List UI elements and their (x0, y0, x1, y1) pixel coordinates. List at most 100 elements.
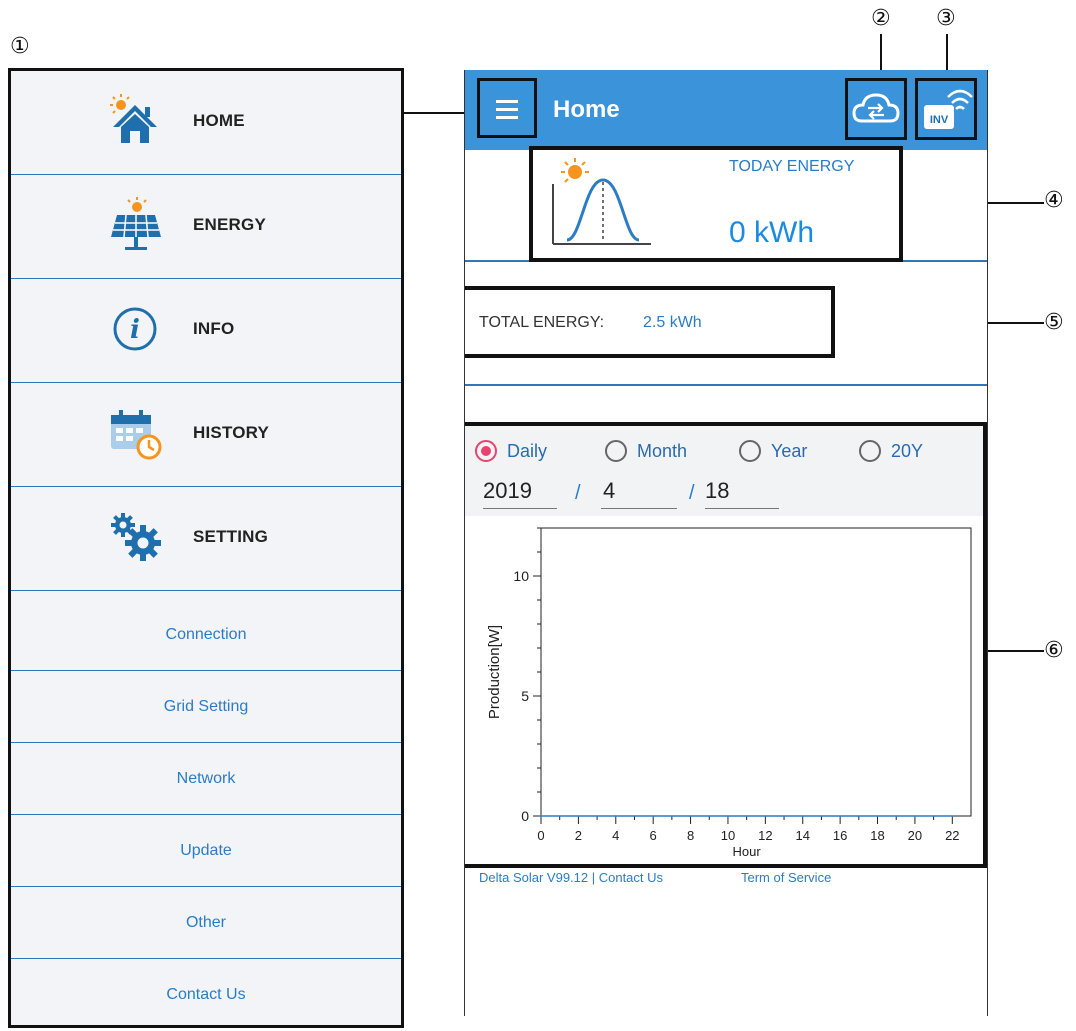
menu-item-info[interactable]: i INFO (11, 279, 401, 383)
x-tick-label: 18 (870, 828, 884, 843)
callout-6: ⑥ (1044, 638, 1064, 663)
data-point (577, 815, 580, 817)
data-point (914, 815, 916, 817)
month-field[interactable]: 4 (601, 478, 677, 509)
callout-3: ③ (936, 6, 956, 31)
y-axis-label: Production[W] (486, 625, 503, 719)
radio-unselected-icon (859, 440, 881, 462)
radio-label-year: Year (771, 440, 808, 461)
menu-item-home[interactable]: HOME (11, 71, 401, 175)
today-energy-card: TODAY ENERGY 0 kWh (529, 146, 903, 262)
data-point (614, 815, 617, 817)
radio-label-month: Month (637, 440, 688, 461)
menu-sub-other[interactable]: Other (11, 887, 401, 959)
svg-text:i: i (130, 315, 140, 345)
x-tick-label: 14 (796, 828, 810, 843)
menu-sub-update[interactable]: Update (11, 815, 401, 887)
year-field[interactable]: 2019 (483, 478, 557, 509)
x-tick-label: 6 (650, 828, 657, 843)
inverter-badge: INV (930, 114, 949, 126)
menu-item-history[interactable]: HISTORY (11, 383, 401, 487)
footer-version-link[interactable]: Delta Solar V99.12 | Contact Us (479, 870, 663, 885)
data-point (540, 815, 542, 817)
leader-line-6 (988, 650, 1044, 652)
app-screen: Home INV TODAY ENERGY 0 kWh TOTAL ENERGY… (464, 70, 988, 1016)
menu-sub-contact-us[interactable]: Contact Us (11, 959, 401, 1031)
page-title: Home (553, 96, 620, 123)
hamburger-bar (496, 108, 518, 111)
calendar-clock-icon (111, 410, 162, 460)
menu-sub-connection[interactable]: Connection (11, 599, 401, 671)
menu-label-history: HISTORY (193, 423, 270, 442)
x-tick-label: 0 (537, 828, 544, 843)
data-point (801, 815, 804, 817)
radio-year[interactable]: Year (739, 436, 807, 466)
production-chart: 0 5 10 0 2 4 6 8 10 12 14 16 18 20 22 Hour Production[W] (465, 516, 983, 864)
menu-label-home: HOME (193, 111, 245, 130)
menu-label-info: INFO (193, 319, 235, 338)
day-field[interactable]: 18 (705, 478, 779, 509)
x-tick-label: 16 (833, 828, 847, 843)
callout-5: ⑤ (1044, 310, 1064, 335)
data-point (727, 815, 729, 817)
date-separator: / (575, 482, 581, 504)
x-tick-label: 10 (721, 828, 735, 843)
menu-sub-network[interactable]: Network (11, 743, 401, 815)
radio-20y[interactable]: 20Y (859, 436, 923, 466)
x-tick-label: 20 (908, 828, 922, 843)
menu-label-energy: ENERGY (193, 215, 266, 234)
data-point (764, 815, 767, 817)
side-menu: HOME ENERGY i INFO HISTORY SETTING Conne… (8, 68, 404, 1028)
total-energy-label: TOTAL ENERGY: (479, 314, 605, 331)
y-tick-label: 10 (513, 568, 529, 584)
date-selector: 2019 / 4 / 18 (483, 474, 883, 514)
today-energy-value: 0 kWh (729, 216, 815, 249)
callout-4: ④ (1044, 188, 1064, 213)
y-tick-label: 5 (521, 688, 529, 704)
footer-terms-link[interactable]: Term of Service (741, 870, 831, 885)
x-tick-label: 22 (945, 828, 959, 843)
menu-item-energy[interactable]: ENERGY (11, 175, 401, 279)
gears-icon (111, 513, 161, 561)
menu-item-setting[interactable]: SETTING (11, 487, 401, 591)
data-point (839, 815, 841, 817)
data-point (652, 815, 654, 817)
inverter-connect-button[interactable]: INV (915, 78, 977, 140)
y-tick-label: 0 (521, 808, 529, 824)
chart-svg: 0 5 10 0 2 4 6 8 10 12 14 16 18 20 22 Hour Production[W] (486, 527, 972, 859)
menu-label-setting: SETTING (193, 527, 269, 546)
callout-1: ① (10, 34, 30, 59)
today-energy-label: TODAY ENERGY (729, 158, 855, 175)
info-icon: i (113, 307, 157, 351)
menu-sub-grid-setting[interactable]: Grid Setting (11, 671, 401, 743)
x-tick-label: 8 (687, 828, 694, 843)
inverter-wifi-icon: INV (924, 89, 973, 129)
hamburger-bar (496, 116, 518, 119)
data-point (876, 815, 879, 817)
production-curve-icon (552, 158, 651, 245)
app-bar: Home INV (465, 70, 987, 150)
cloud-sync-icon (852, 93, 900, 123)
home-sun-icon (110, 94, 157, 143)
radio-selected-icon (475, 440, 497, 462)
hamburger-icon (496, 100, 518, 103)
radio-unselected-icon (605, 440, 627, 462)
x-tick-label: 4 (612, 828, 619, 843)
callout-2: ② (871, 6, 891, 31)
production-chart-panel: Daily Month Year 20Y 2019 / 4 / 18 0 5 10 0… (465, 422, 987, 868)
plot-frame (540, 527, 972, 817)
x-tick-label: 12 (758, 828, 772, 843)
date-separator: / (689, 482, 695, 504)
radio-unselected-icon (739, 440, 761, 462)
solar-panel-icon (111, 197, 161, 250)
radio-label-20y: 20Y (891, 440, 924, 461)
radio-daily[interactable]: Daily (475, 436, 547, 466)
divider (465, 384, 987, 386)
menu-button[interactable] (477, 78, 537, 138)
radio-label-daily: Daily (507, 440, 548, 461)
total-energy-card: TOTAL ENERGY: 2.5 kWh (465, 286, 835, 358)
cloud-sync-button[interactable] (845, 78, 907, 140)
x-axis-label: Hour (733, 844, 762, 859)
radio-month[interactable]: Month (605, 436, 687, 466)
x-tick-label: 2 (575, 828, 582, 843)
